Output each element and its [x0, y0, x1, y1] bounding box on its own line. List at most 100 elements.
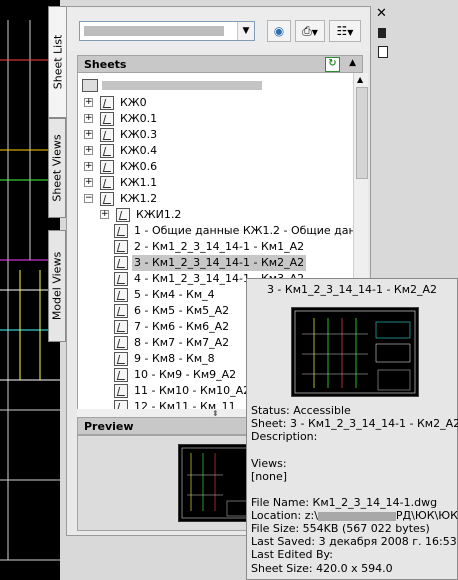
sheet-label: 3 - Км1_2_3_14_14-1 - Км2_А2 — [132, 255, 307, 271]
expand-icon[interactable]: + — [84, 98, 93, 107]
group-label: КЖ1.2 — [120, 192, 158, 205]
sheet-selections-button[interactable]: ☷▼ — [329, 20, 361, 42]
sheet-label: 2 - Км1_2_3_14_14-1 - Км1_А2 — [134, 240, 305, 253]
tab-sheet-list-label: Sheet List — [51, 34, 64, 90]
group-label: КЖ0.4 — [120, 144, 158, 157]
root-name-blurred — [102, 81, 262, 90]
sheet-icon — [114, 224, 128, 238]
sheet-label: 9 - Км8 - Км_8 — [134, 352, 215, 365]
tooltip-sheet: Sheet: 3 - Км1_2_3_14_14-1 - Км2_А2 — [251, 417, 458, 430]
tree-root[interactable] — [80, 77, 350, 93]
tab-sheet-views-label: Sheet Views — [50, 134, 64, 202]
properties-icon[interactable] — [378, 28, 386, 38]
tooltip-location-suffix: РД\ЮК\ЮК1.2 — [395, 509, 458, 522]
collapse-icon[interactable]: − — [84, 194, 93, 203]
refresh-icon[interactable]: ↻ — [325, 57, 340, 72]
tooltip-views-value: [none] — [251, 470, 288, 483]
sheet-icon — [114, 240, 128, 254]
expand-icon[interactable]: + — [84, 114, 93, 123]
sheet-icon — [114, 352, 128, 366]
tooltip-last-saved: Last Saved: 3 декабря 2008 г. 16:53:45 — [251, 535, 458, 548]
sheet-set-dropdown[interactable]: ▼ — [79, 21, 255, 41]
tree-subgroup-row[interactable]: + КЖИ1.2 — [100, 207, 350, 223]
preview-thumbnail — [178, 444, 256, 522]
tree-group-row[interactable]: + КЖ0.1 — [84, 111, 344, 127]
group-label: КЖ1.1 — [120, 176, 158, 189]
sheet-label: 12 - Км11 - Км_11 — [134, 400, 236, 409]
tab-model-views[interactable]: Model Views — [48, 230, 66, 342]
tooltip-location-prefix: Location: z:\ — [251, 509, 318, 522]
sheet-stack-icon — [100, 176, 114, 190]
tooltip-file-name: File Name: Км1_2_3_14_14-1.dwg — [251, 496, 438, 509]
tree-group-row[interactable]: + КЖ0.3 — [84, 127, 344, 143]
sheet-icon — [114, 384, 128, 398]
location-blurred — [317, 511, 396, 521]
expand-icon[interactable]: + — [84, 146, 93, 155]
publish-to-dwf-button[interactable]: ◉ — [267, 20, 291, 42]
sheet-tooltip: 3 - Км1_2_3_14_14-1 - Км2_А2 Status: Acc… — [246, 278, 458, 580]
tab-sheet-list[interactable]: Sheet List — [48, 6, 66, 118]
sheet-set-name-blurred — [84, 26, 224, 36]
tooltip-preview-thumbnail — [291, 307, 419, 397]
tooltip-file-size: File Size: 554KB (567 022 bytes) — [251, 522, 430, 535]
sheet-label: 6 - Км5 - Км5_А2 — [134, 304, 230, 317]
tree-group-row[interactable]: − КЖ1.2 — [84, 191, 344, 207]
tree-group-row[interactable]: + КЖ0 — [84, 95, 344, 111]
sheet-stack-icon — [100, 160, 114, 174]
tooltip-title: 3 - Км1_2_3_14_14-1 - Км2_А2 — [266, 283, 438, 296]
sheet-stack-icon — [116, 208, 130, 222]
sheet-icon — [114, 368, 128, 382]
chevron-down-icon[interactable]: ▼ — [237, 22, 254, 40]
scroll-up-icon[interactable]: ▲ — [357, 75, 363, 84]
pin-icon[interactable] — [378, 46, 388, 58]
chevron-up-icon[interactable]: ▲ — [349, 58, 356, 68]
sheet-label: 7 - Км6 - Км6_А2 — [134, 320, 230, 333]
sheet-icon — [114, 288, 128, 302]
toolbar: ▼ ◉ ⎙▼ ☷▼ — [67, 7, 370, 51]
subgroup-label: КЖИ1.2 — [136, 208, 182, 221]
sheet-icon — [114, 336, 128, 350]
tooltip-views: Views: — [251, 457, 287, 470]
sheet-label: 5 - Км4 - Км_4 — [134, 288, 215, 301]
sheet-icon — [114, 320, 128, 334]
publish-button[interactable]: ⎙▼ — [295, 20, 325, 42]
sheet-label: 10 - Км9 - Км9_А2 — [134, 368, 237, 381]
sheet-icon — [114, 400, 128, 409]
tree-group-row[interactable]: + КЖ0.4 — [84, 143, 344, 159]
tab-sheet-views[interactable]: Sheet Views — [48, 118, 66, 218]
sheet-label: 8 - Км7 - Км7_А2 — [134, 336, 230, 349]
chevron-down-icon: ▼ — [347, 28, 354, 37]
expand-icon[interactable]: + — [84, 178, 93, 187]
expand-icon[interactable]: + — [84, 162, 93, 171]
sheets-header: Sheets ↻ ▲ — [77, 55, 363, 73]
tree-group-row[interactable]: + КЖ1.1 — [84, 175, 344, 191]
list-icon: ☷ — [336, 24, 348, 38]
sheet-stack-icon — [100, 96, 114, 110]
sheet-row-selected[interactable]: 3 - Км1_2_3_14_14-1 - Км2_А2 — [114, 255, 354, 271]
sheets-header-label: Sheets — [84, 58, 127, 71]
tooltip-status: Status: Accessible — [251, 404, 351, 417]
chevron-down-icon: ▼ — [311, 28, 318, 37]
preview-header-label: Preview — [84, 420, 134, 433]
sheet-label: 1 - Общие данные КЖ1.2 - Общие данны — [134, 224, 354, 237]
expand-icon[interactable]: + — [100, 210, 109, 219]
tooltip-description: Description: — [251, 430, 318, 443]
scroll-thumb[interactable] — [356, 87, 368, 179]
sheet-row[interactable]: 1 - Общие данные КЖ1.2 - Общие данны — [114, 223, 354, 239]
sheet-set-icon — [82, 79, 98, 92]
palette-tabs: Sheet List Sheet Views Model Views — [48, 6, 66, 346]
group-label: КЖ0.3 — [120, 128, 158, 141]
sheet-icon — [114, 304, 128, 318]
sheet-stack-icon — [100, 192, 114, 206]
sheet-stack-icon — [100, 112, 114, 126]
sheet-icon — [114, 256, 128, 270]
sheet-row[interactable]: 2 - Км1_2_3_14_14-1 - Км1_А2 — [114, 239, 354, 255]
expand-icon[interactable]: + — [84, 130, 93, 139]
close-icon[interactable]: ✕ — [376, 6, 387, 21]
tooltip-sheet-size: Sheet Size: 420.0 x 594.0 — [251, 562, 393, 575]
group-label: КЖ0 — [120, 96, 147, 109]
printer-icon: ⎙ — [302, 24, 312, 38]
sheet-stack-icon — [100, 128, 114, 142]
tree-group-row[interactable]: + КЖ0.6 — [84, 159, 344, 175]
sheet-stack-icon — [100, 144, 114, 158]
